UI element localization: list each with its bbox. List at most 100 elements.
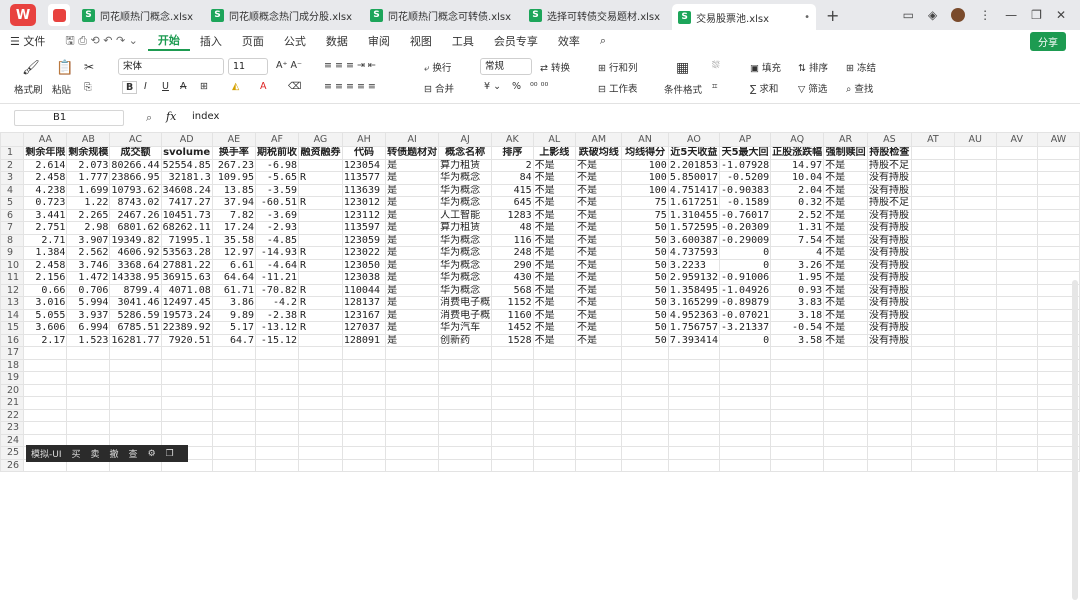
cell[interactable]: 2.201853 — [667, 158, 720, 172]
cell[interactable] — [1036, 258, 1080, 272]
cell[interactable] — [953, 446, 997, 460]
cell[interactable]: 5286.59 — [109, 308, 162, 322]
cell[interactable]: 消费电子概 — [438, 308, 493, 322]
cell[interactable] — [621, 396, 669, 410]
cell[interactable]: 0.32 — [770, 196, 825, 210]
cell[interactable]: 0 — [718, 246, 772, 260]
align-top-icon[interactable]: ≡ ≡ ≡ ⇥ ⇤ — [324, 60, 376, 71]
cell[interactable] — [109, 421, 162, 435]
cell[interactable] — [491, 421, 534, 435]
column-header[interactable]: AG — [298, 132, 343, 147]
cell[interactable]: 没有持股 — [867, 171, 912, 185]
row-header[interactable]: 24 — [0, 433, 25, 447]
cell[interactable]: 4.737593 — [667, 246, 720, 260]
cell[interactable]: 32181.3 — [160, 171, 213, 185]
cell[interactable] — [953, 308, 997, 322]
cell[interactable] — [770, 396, 825, 410]
cell[interactable]: 75 — [621, 196, 669, 210]
cell[interactable] — [823, 346, 868, 360]
cell[interactable]: 1.310455 — [667, 208, 720, 222]
sort-button[interactable]: ⇅ 排序 — [798, 60, 828, 74]
cell[interactable] — [770, 371, 825, 385]
cell[interactable] — [574, 408, 623, 422]
font-name-select[interactable]: 宋体 — [118, 58, 224, 75]
cell[interactable] — [491, 408, 534, 422]
bold-button[interactable]: B — [122, 81, 138, 94]
cell[interactable]: -0.07021 — [718, 308, 772, 322]
cell[interactable]: 80266.44 — [109, 158, 162, 172]
column-header[interactable]: AO — [667, 132, 720, 147]
cell[interactable] — [953, 333, 997, 347]
cell[interactable] — [718, 371, 772, 385]
cell[interactable]: 123050 — [341, 258, 387, 272]
cell[interactable]: 是 — [385, 221, 440, 235]
cell[interactable] — [910, 421, 955, 435]
cell[interactable] — [438, 421, 493, 435]
cell[interactable] — [1036, 246, 1080, 260]
cell[interactable] — [341, 446, 387, 460]
cell[interactable] — [1036, 208, 1080, 222]
cell[interactable]: 5.17 — [211, 321, 257, 335]
cell[interactable]: 109.95 — [211, 171, 257, 185]
font-grow-icon[interactable]: A⁺ A⁻ — [276, 60, 302, 71]
menu-member[interactable]: 会员专享 — [484, 33, 548, 49]
cell[interactable]: 是 — [385, 283, 440, 297]
cell[interactable] — [66, 421, 111, 435]
cell[interactable]: 不是 — [532, 158, 577, 172]
cell[interactable]: 不是 — [532, 296, 577, 310]
cell[interactable] — [823, 408, 868, 422]
cell[interactable]: 华为概念 — [438, 258, 493, 272]
merge-button[interactable]: ⊟ 合并 — [424, 81, 454, 95]
row-header[interactable]: 4 — [0, 183, 25, 197]
cell[interactable]: 123012 — [341, 196, 387, 210]
cell[interactable]: 是 — [385, 333, 440, 347]
cell[interactable] — [995, 296, 1038, 310]
home-icon[interactable] — [48, 4, 70, 26]
cell[interactable] — [953, 346, 997, 360]
cell[interactable]: 华为概念 — [438, 196, 493, 210]
cell[interactable]: 1528 — [491, 333, 534, 347]
cell[interactable]: 128091 — [341, 333, 387, 347]
close-window-icon[interactable]: ✕ — [1056, 8, 1066, 22]
row-header[interactable]: 6 — [0, 208, 25, 222]
cell[interactable] — [667, 421, 720, 435]
cell[interactable]: 2.71 — [23, 233, 68, 247]
cell[interactable]: -13.12 — [255, 321, 300, 335]
cell[interactable] — [953, 233, 997, 247]
cell[interactable]: 0.66 — [23, 283, 68, 297]
column-header[interactable]: AM — [574, 132, 623, 147]
paste-button[interactable]: 粘贴 — [52, 82, 71, 96]
cell[interactable]: 不是 — [574, 308, 623, 322]
cell[interactable]: 4.952363 — [667, 308, 720, 322]
cell[interactable]: 13.85 — [211, 183, 257, 197]
cell[interactable] — [910, 358, 955, 372]
cell[interactable]: 不是 — [574, 333, 623, 347]
cell[interactable] — [823, 383, 868, 397]
cell[interactable]: 64.7 — [211, 333, 257, 347]
cell[interactable] — [532, 433, 577, 447]
cell[interactable] — [910, 283, 955, 297]
cell[interactable] — [823, 458, 868, 472]
cell[interactable] — [995, 196, 1038, 210]
cell[interactable] — [211, 433, 257, 447]
cell[interactable]: 36915.63 — [160, 271, 213, 285]
cell[interactable] — [823, 446, 868, 460]
cell[interactable] — [953, 296, 997, 310]
cell[interactable] — [953, 183, 997, 197]
cell[interactable] — [995, 458, 1038, 472]
cell[interactable]: R — [298, 308, 343, 322]
sum-button[interactable]: ∑ 求和 — [750, 81, 778, 95]
cell[interactable] — [995, 433, 1038, 447]
column-header[interactable]: AK — [491, 132, 534, 147]
cell[interactable]: 不是 — [823, 158, 868, 172]
cell[interactable] — [532, 421, 577, 435]
cell[interactable] — [910, 246, 955, 260]
sell-button[interactable]: 卖 — [91, 447, 100, 460]
cell[interactable] — [995, 371, 1038, 385]
cell[interactable] — [953, 396, 997, 410]
cell[interactable] — [255, 396, 300, 410]
cell[interactable] — [298, 433, 343, 447]
cell[interactable] — [953, 283, 997, 297]
cell[interactable]: 不是 — [823, 271, 868, 285]
cell[interactable]: 不是 — [823, 171, 868, 185]
